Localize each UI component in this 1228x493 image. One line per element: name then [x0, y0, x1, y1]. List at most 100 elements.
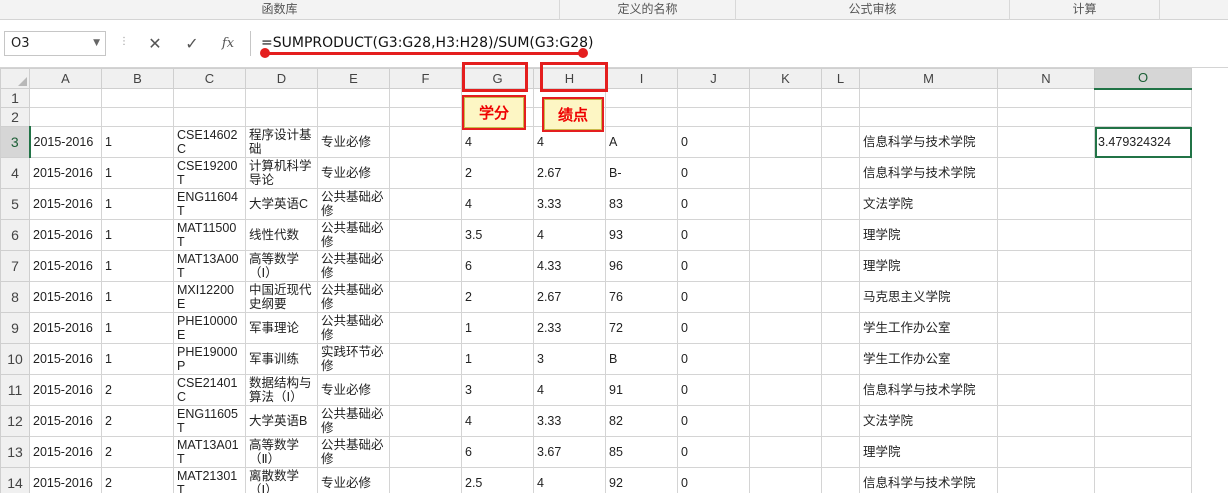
cell-j11[interactable]: 0 [677, 374, 750, 406]
cell-h8[interactable]: 2.67 [533, 281, 606, 313]
enter-check-icon[interactable]: ✓ [181, 34, 203, 54]
cell-b13[interactable]: 2 [101, 436, 174, 468]
cell-h9[interactable]: 2.33 [533, 312, 606, 344]
cell-j5[interactable]: 0 [677, 188, 750, 220]
name-box[interactable]: O3 ▼ [4, 31, 106, 56]
cell-o14[interactable] [1094, 467, 1192, 493]
cell-i8[interactable]: 76 [605, 281, 678, 313]
cell-b7[interactable]: 1 [101, 250, 174, 282]
cell-g9[interactable]: 1 [461, 312, 534, 344]
row-header-14[interactable]: 14 [0, 467, 30, 493]
cell-i4[interactable]: B- [605, 157, 678, 189]
cell-c11[interactable]: CSE21401C [173, 374, 246, 406]
row-header-9[interactable]: 9 [0, 312, 30, 344]
cell-n6[interactable] [997, 219, 1095, 251]
cell-i1[interactable] [605, 88, 678, 108]
cell-b3[interactable]: 1 [101, 126, 174, 158]
cell-l4[interactable] [821, 157, 860, 189]
cell-e14[interactable]: 专业必修 [317, 467, 390, 493]
cell-n3[interactable] [997, 126, 1095, 158]
cell-m3[interactable]: 信息科学与技术学院 [859, 126, 998, 158]
cell-o7[interactable] [1094, 250, 1192, 282]
cell-o2[interactable] [1094, 107, 1192, 127]
cell-k14[interactable] [749, 467, 822, 493]
cell-c1[interactable] [173, 88, 246, 108]
cell-e6[interactable]: 公共基础必修 [317, 219, 390, 251]
cell-k10[interactable] [749, 343, 822, 375]
cell-i5[interactable]: 83 [605, 188, 678, 220]
cell-n4[interactable] [997, 157, 1095, 189]
cell-e12[interactable]: 公共基础必修 [317, 405, 390, 437]
cell-k11[interactable] [749, 374, 822, 406]
cell-e10[interactable]: 实践环节必修 [317, 343, 390, 375]
cell-h14[interactable]: 4 [533, 467, 606, 493]
row-header-11[interactable]: 11 [0, 374, 30, 406]
cell-h6[interactable]: 4 [533, 219, 606, 251]
cell-i6[interactable]: 93 [605, 219, 678, 251]
cell-m1[interactable] [859, 88, 998, 108]
column-header-e[interactable]: E [317, 68, 390, 89]
cell-o12[interactable] [1094, 405, 1192, 437]
cell-m2[interactable] [859, 107, 998, 127]
cell-e2[interactable] [317, 107, 390, 127]
cell-g4[interactable]: 2 [461, 157, 534, 189]
cell-n11[interactable] [997, 374, 1095, 406]
cell-a2[interactable] [29, 107, 102, 127]
cell-m6[interactable]: 理学院 [859, 219, 998, 251]
cell-f6[interactable] [389, 219, 462, 251]
cell-m12[interactable]: 文法学院 [859, 405, 998, 437]
cell-d14[interactable]: 离散数学（Ⅰ） [245, 467, 318, 493]
cell-l3[interactable] [821, 126, 860, 158]
cell-c2[interactable] [173, 107, 246, 127]
cell-c12[interactable]: ENG11605T [173, 405, 246, 437]
cell-n1[interactable] [997, 88, 1095, 108]
cell-a7[interactable]: 2015-2016 [29, 250, 102, 282]
cell-g8[interactable]: 2 [461, 281, 534, 313]
cell-e5[interactable]: 公共基础必修 [317, 188, 390, 220]
cell-k9[interactable] [749, 312, 822, 344]
cell-j14[interactable]: 0 [677, 467, 750, 493]
cell-b1[interactable] [101, 88, 174, 108]
cell-j7[interactable]: 0 [677, 250, 750, 282]
formula-bar-grip-icon[interactable]: ⋮ [119, 36, 129, 47]
column-header-c[interactable]: C [173, 68, 246, 89]
cell-k12[interactable] [749, 405, 822, 437]
cell-d12[interactable]: 大学英语B [245, 405, 318, 437]
cell-l12[interactable] [821, 405, 860, 437]
cell-f12[interactable] [389, 405, 462, 437]
cell-j12[interactable]: 0 [677, 405, 750, 437]
cell-d3[interactable]: 程序设计基础 [245, 126, 318, 158]
cell-o11[interactable] [1094, 374, 1192, 406]
cell-f4[interactable] [389, 157, 462, 189]
column-header-f[interactable]: F [389, 68, 462, 89]
cell-m4[interactable]: 信息科学与技术学院 [859, 157, 998, 189]
cell-f10[interactable] [389, 343, 462, 375]
cell-a13[interactable]: 2015-2016 [29, 436, 102, 468]
cell-e3[interactable]: 专业必修 [317, 126, 390, 158]
cell-e8[interactable]: 公共基础必修 [317, 281, 390, 313]
select-all-corner[interactable] [0, 68, 30, 89]
cell-d6[interactable]: 线性代数 [245, 219, 318, 251]
cell-l1[interactable] [821, 88, 860, 108]
cell-j8[interactable]: 0 [677, 281, 750, 313]
cell-l9[interactable] [821, 312, 860, 344]
cell-d7[interactable]: 高等数学（Ⅰ） [245, 250, 318, 282]
cell-k13[interactable] [749, 436, 822, 468]
cell-a12[interactable]: 2015-2016 [29, 405, 102, 437]
cell-g10[interactable]: 1 [461, 343, 534, 375]
row-header-4[interactable]: 4 [0, 157, 30, 189]
cell-d4[interactable]: 计算机科学导论 [245, 157, 318, 189]
cell-n12[interactable] [997, 405, 1095, 437]
row-header-12[interactable]: 12 [0, 405, 30, 437]
cell-e7[interactable]: 公共基础必修 [317, 250, 390, 282]
cell-g13[interactable]: 6 [461, 436, 534, 468]
cell-a8[interactable]: 2015-2016 [29, 281, 102, 313]
cell-g14[interactable]: 2.5 [461, 467, 534, 493]
cell-b14[interactable]: 2 [101, 467, 174, 493]
cell-i14[interactable]: 92 [605, 467, 678, 493]
cell-h5[interactable]: 3.33 [533, 188, 606, 220]
cell-a6[interactable]: 2015-2016 [29, 219, 102, 251]
row-header-7[interactable]: 7 [0, 250, 30, 282]
cell-f5[interactable] [389, 188, 462, 220]
cell-n8[interactable] [997, 281, 1095, 313]
